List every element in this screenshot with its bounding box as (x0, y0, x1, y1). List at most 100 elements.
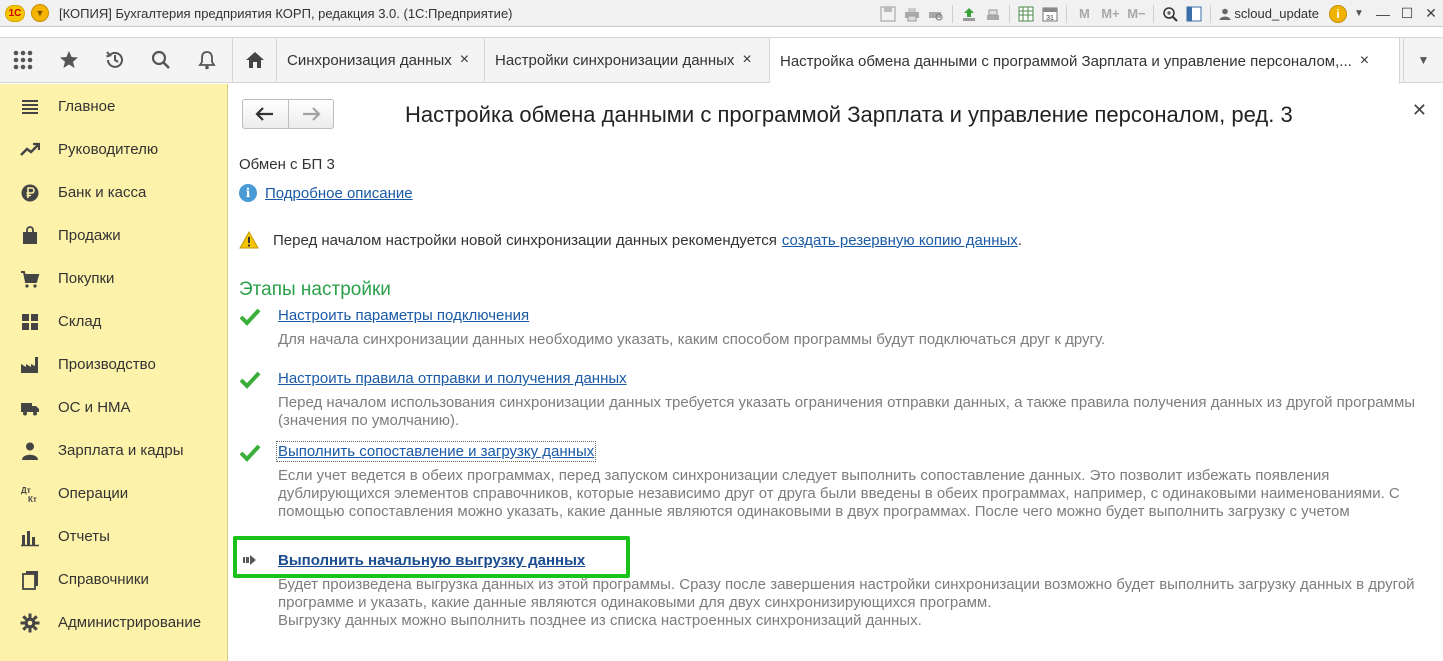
create-backup-link[interactable]: создать резервную копию данных (782, 232, 1018, 249)
search-icon[interactable] (138, 38, 184, 82)
send-icon[interactable] (982, 4, 1004, 24)
dt-kt-icon: Дт Кт (18, 482, 42, 506)
sidebar-item-manager[interactable]: Руководителю (0, 128, 228, 171)
sidebar-item-salary[interactable]: Зарплата и кадры (0, 429, 228, 472)
close-icon[interactable]: × (1360, 52, 1369, 70)
sidebar-item-reports[interactable]: Отчеты (0, 515, 228, 558)
sidebar-item-label: Отчеты (58, 528, 110, 545)
sidebar-item-purchases[interactable]: Покупки (0, 257, 228, 300)
warning-icon (239, 231, 259, 249)
sidebar-item-main[interactable]: Главное (0, 85, 228, 128)
sidebar-item-label: Справочники (58, 571, 149, 588)
step-description: Перед началом использования синхронизаци… (278, 394, 1416, 429)
sidebar-item-operations[interactable]: Дт Кт Операции (0, 472, 228, 515)
sidebar-item-bank[interactable]: Банк и касса (0, 171, 228, 214)
tab-label: Синхронизация данных (287, 51, 452, 69)
sidebar-item-administration[interactable]: Администрирование (0, 601, 228, 644)
sidebar-item-production[interactable]: Производство (0, 343, 228, 386)
exchange-name: Обмен с БП 3 (239, 156, 335, 173)
sidebar-item-label: Зарплата и кадры (58, 442, 184, 459)
tab-sync-settings[interactable]: Настройки синхронизации данных × (485, 38, 770, 82)
sidebar-item-warehouse[interactable]: Склад (0, 300, 228, 343)
chevron-down-icon[interactable]: ▼ (1348, 4, 1370, 24)
print-icon[interactable] (901, 4, 923, 24)
sidebar-item-sales[interactable]: Продажи (0, 214, 228, 257)
sidebar-item-label: Главное (58, 98, 116, 115)
close-icon[interactable]: × (742, 51, 751, 69)
configure-rules-link[interactable]: Настроить правила отправки и получения д… (278, 370, 627, 387)
step-description: Если учет ведется в обеих программах, пе… (278, 467, 1400, 520)
memory-add-button[interactable]: M+ (1098, 4, 1122, 24)
books-icon (18, 568, 42, 592)
warning-end: . (1017, 231, 1022, 249)
current-step-arrow-icon (243, 555, 256, 565)
backup-warning: Перед началом настройки новой синхрониза… (239, 231, 1022, 249)
svg-text:31: 31 (1047, 15, 1055, 22)
user-menu[interactable]: scloud_update (1219, 6, 1319, 21)
main-menu-button[interactable]: ▼ (31, 4, 49, 22)
initial-export-link[interactable]: Выполнить начальную выгрузку данных (278, 552, 585, 569)
forward-button[interactable] (287, 100, 333, 128)
sidebar-item-label: Руководителю (58, 141, 159, 158)
menu-lines-icon (18, 95, 42, 119)
all-functions-icon[interactable] (0, 38, 46, 82)
close-window-button[interactable]: ✕ (1419, 3, 1443, 25)
tab-label: Настройки синхронизации данных (495, 51, 735, 69)
detailed-description-link[interactable]: Подробное описание (265, 185, 413, 202)
info-icon: i (239, 184, 257, 202)
factory-icon (18, 353, 42, 377)
zoom-icon[interactable] (1159, 4, 1181, 24)
tab-label: Настройка обмена данными с программой За… (780, 52, 1352, 70)
notifications-bell-icon[interactable] (184, 38, 230, 82)
sidebar-item-label: Продажи (58, 227, 121, 244)
ruble-coin-icon (18, 181, 42, 205)
home-icon[interactable] (233, 38, 277, 82)
memory-button[interactable]: M (1072, 4, 1096, 24)
maximize-button[interactable]: ☐ (1395, 3, 1419, 25)
form-area: Настройка обмена данными с программой За… (229, 84, 1443, 661)
sidebar-item-label: Производство (58, 356, 156, 373)
spreadsheet-icon[interactable] (1015, 4, 1037, 24)
memory-subtract-button[interactable]: M− (1124, 4, 1148, 24)
sections-toolbar: Синхронизация данных × Настройки синхрон… (0, 37, 1443, 84)
upload-icon[interactable] (958, 4, 980, 24)
info-icon[interactable]: i (1329, 4, 1347, 23)
close-form-button[interactable]: ✕ (1412, 100, 1427, 121)
svg-text:Дт: Дт (21, 486, 31, 495)
gear-icon (18, 611, 42, 635)
user-name: scloud_update (1234, 6, 1319, 21)
calendar-icon[interactable]: 31 (1039, 4, 1061, 24)
back-button[interactable] (243, 100, 288, 128)
configure-connection-link[interactable]: Настроить параметры подключения (278, 307, 529, 324)
history-icon[interactable] (92, 38, 138, 82)
check-icon (239, 308, 261, 326)
person-icon (18, 439, 42, 463)
chevron-down-icon[interactable]: ▼ (1403, 38, 1443, 82)
toolbar-separator (1210, 4, 1212, 23)
setup-stages-heading: Этапы настройки (239, 279, 391, 300)
mapping-and-load-link[interactable]: Выполнить сопоставление и загрузку данны… (275, 441, 597, 462)
close-icon[interactable]: × (460, 51, 469, 69)
sidebar-item-label: ОС и НМА (58, 399, 131, 416)
tab-sync-data[interactable]: Синхронизация данных × (277, 38, 485, 82)
sidebar-item-label: Банк и касса (58, 184, 147, 201)
toolbar-separator (1066, 4, 1068, 23)
tab-exchange-setup[interactable]: Настройка обмена данными с программой За… (770, 38, 1400, 84)
sidebar-item-fixed-assets[interactable]: ОС и НМА (0, 386, 228, 429)
sidebar-item-label: Операции (58, 485, 129, 502)
truck-icon (18, 396, 42, 420)
sidebar-item-label: Склад (58, 313, 102, 330)
panels-icon[interactable] (1183, 4, 1205, 24)
toolbar-separator (1009, 4, 1011, 23)
save-icon[interactable] (877, 4, 899, 24)
description-row: i Подробное описание (239, 184, 413, 202)
favorites-star-icon[interactable] (46, 38, 92, 82)
cart-icon (18, 267, 42, 291)
svg-text:Кт: Кт (28, 495, 37, 504)
print-preview-icon[interactable] (925, 4, 947, 24)
toolbar-separator (1153, 4, 1155, 23)
minimize-button[interactable]: — (1371, 3, 1395, 25)
page-title: Настройка обмена данными с программой За… (405, 102, 1293, 127)
history-nav (242, 99, 334, 129)
sidebar-item-directories[interactable]: Справочники (0, 558, 228, 601)
